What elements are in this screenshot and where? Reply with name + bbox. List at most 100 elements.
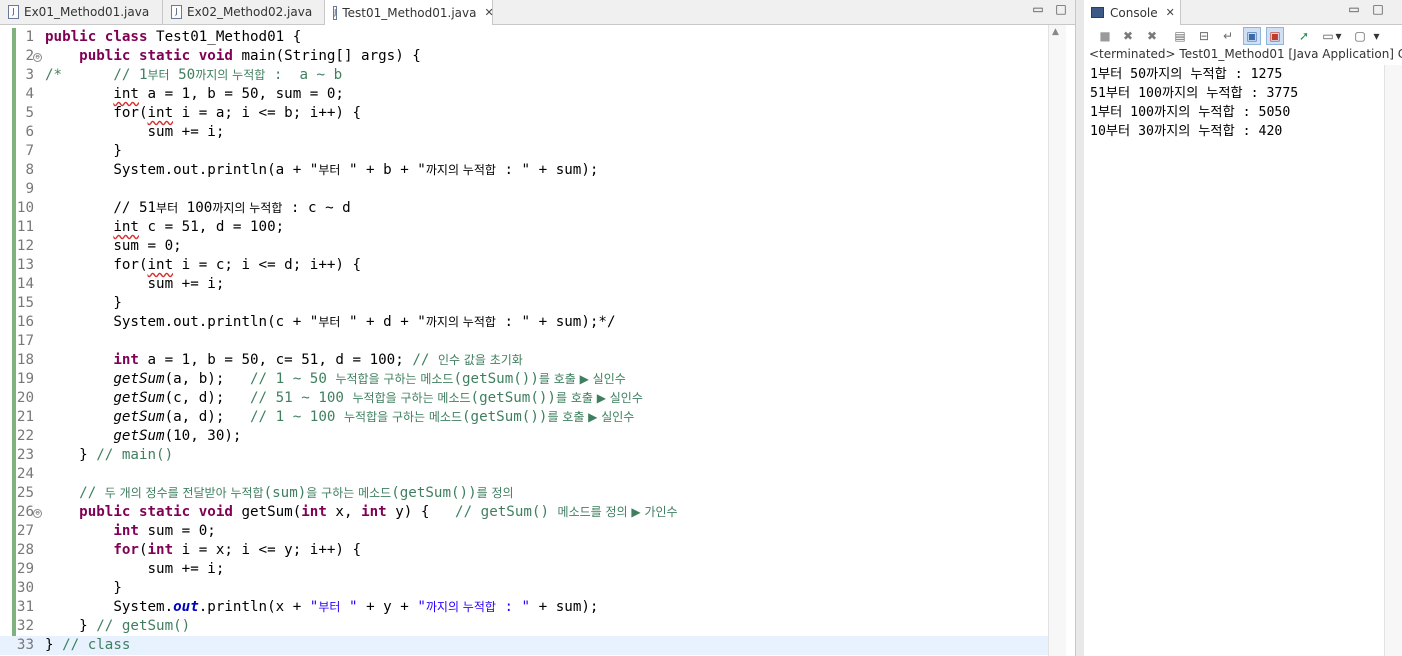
display-console-dropdown-icon[interactable]: ▾ [1334,28,1343,44]
code-line[interactable]: 30 } [0,579,1048,598]
tab-console[interactable]: Console ✕ [1084,0,1181,25]
minimize-icon[interactable]: ▭ [1348,3,1360,15]
code-token: // getSum() [96,618,191,634]
code-token: 을 구하는 메소드 [306,486,392,500]
code-line[interactable]: 3 /* // 1부터 50까지의 누적합 : a ~ b [0,66,1048,85]
word-wrap-icon[interactable]: ↵ [1220,28,1236,44]
remove-launch-icon[interactable]: ✖ [1120,28,1136,44]
code-token: " + b + " [340,162,426,178]
maximize-icon[interactable]: □ [1055,3,1067,15]
code-line[interactable]: 14 sum += i; [0,275,1048,294]
code-token: // 1 ~ 50 [250,371,336,387]
code-line[interactable]: 12 sum = 0; [0,237,1048,256]
code-token: System. [45,599,174,615]
code-line[interactable]: 11 int c = 51, d = 100; [0,218,1048,237]
fold-collapse-icon[interactable]: ⊖ [33,509,42,518]
code-token: 까지의 누적합 [195,68,266,82]
show-on-stdout-icon[interactable]: ▣ [1243,27,1261,45]
console-output-line: 51부터 100까지의 누적합 : 3775 [1090,86,1299,101]
code-line[interactable]: 27 int sum = 0; [0,522,1048,541]
console-output-line: 1부터 100까지의 누적합 : 5050 [1090,105,1291,120]
code-line[interactable]: 22 getSum(10, 30); [0,427,1048,446]
clear-console-icon[interactable]: ▤ [1172,28,1188,44]
line-number: 29 [16,561,34,577]
minimize-icon[interactable]: ▭ [1032,3,1044,15]
code-text: sum += i; [45,275,224,294]
tab-ex01-method01[interactable]: J Ex01_Method01.java [0,0,163,24]
code-line[interactable]: 20 getSum(c, d); // 51 ~ 100 누적합을 구하는 메소… [0,389,1048,408]
editor-vertical-scrollbar[interactable]: ▲ [1048,25,1066,656]
open-console-dropdown-icon[interactable]: ▾ [1372,28,1381,44]
code-line[interactable]: 15 } [0,294,1048,313]
console-vertical-scrollbar[interactable] [1384,65,1402,656]
code-line[interactable]: 21 getSum(a, d); // 1 ~ 100 누적합을 구하는 메소드… [0,408,1048,427]
code-text: } // getSum() [45,617,190,636]
code-line[interactable]: 24 [0,465,1048,484]
code-line[interactable]: 26 ⊖ public static void getSum(int x, int… [0,503,1048,522]
code-line[interactable]: 6 sum += i; [0,123,1048,142]
code-token: y) { [386,504,456,520]
code-text: public class Test01_Method01 { [45,28,301,47]
code-line[interactable]: 23 } // main() [0,446,1048,465]
scroll-up-icon[interactable]: ▲ [1052,27,1059,37]
console-tab-bar: Console ✕ ▭ □ [1084,0,1402,25]
code-token: 까지의 누적합 [425,163,496,177]
terminate-icon[interactable]: ■ [1097,28,1113,44]
show-on-stderr-icon[interactable]: ▣ [1266,27,1284,45]
code-line[interactable]: 33} // class [0,636,1048,655]
code-token: int [113,86,139,102]
code-line[interactable]: 28 for(int i = x; i <= y; i++) { [0,541,1048,560]
code-line[interactable]: 4 int a = 1, b = 50, sum = 0; [0,85,1048,104]
close-icon[interactable]: ✕ [485,6,494,19]
pin-console-icon[interactable]: ➚ [1296,28,1312,44]
code-line[interactable]: 18 int a = 1, b = 50, c= 51, d = 100; //… [0,351,1048,370]
code-line[interactable]: 8 System.out.println(a + "부터 " + b + "까지… [0,161,1048,180]
code-text: // 51부터 100까지의 누적합 : c ~ d [45,199,350,218]
code-line[interactable]: 10 // 51부터 100까지의 누적합 : c ~ d [0,199,1048,218]
code-line[interactable]: 17 [0,332,1048,351]
code-token: } [45,618,97,634]
code-token: : a ~ b [265,67,343,83]
maximize-icon[interactable]: □ [1372,3,1384,15]
tab-test01-method01[interactable]: J Test01_Method01.java ✕ [325,0,494,25]
code-line[interactable]: 13 for(int i = c; i <= d; i++) { [0,256,1048,275]
code-token: } [45,447,97,463]
code-token: 까지의 누적합 [212,201,283,215]
line-number: 13 [16,257,34,273]
line-number: 12 [16,238,34,254]
tab-ex02-method02[interactable]: J Ex02_Method02.java [163,0,325,24]
code-token: // 1 ~ 100 [250,409,344,425]
line-number: 31 [16,599,34,615]
code-token: 부터 [156,201,179,215]
code-line[interactable]: 31 System.out.println(x + "부터 " + y + "까… [0,598,1048,617]
remove-all-launches-icon[interactable]: ✖ [1144,28,1160,44]
code-token: } [45,580,122,596]
fold-collapse-icon[interactable]: ⊖ [33,53,42,62]
code-line[interactable]: 2 ⊖ public static void main(String[] args… [0,47,1048,66]
code-editor[interactable]: 1 public class Test01_Method01 {2 ⊖ public… [0,25,1048,656]
code-line[interactable]: 29 sum += i; [0,560,1048,579]
code-line[interactable]: 1 public class Test01_Method01 { [0,28,1048,47]
code-line[interactable]: 25 // 두 개의 정수를 전달받아 누적합(sum)을 구하는 메소드(ge… [0,484,1048,503]
open-console-icon[interactable]: ▢ [1352,28,1368,44]
line-number: 10 [16,200,34,216]
code-line[interactable]: 9 [0,180,1048,199]
code-token: getSum [113,371,165,387]
code-line[interactable]: 7 } [0,142,1048,161]
code-line[interactable]: 32 } // getSum() [0,617,1048,636]
code-token: int [147,105,174,121]
code-text: getSum(c, d); // 51 ~ 100 누적합을 구하는 메소드(g… [45,389,643,408]
code-token: getSum [113,390,165,406]
code-line[interactable]: 16 System.out.println(c + "부터 " + d + "까… [0,313,1048,332]
code-token: " [340,599,358,615]
code-token: .println(x + [198,599,310,615]
code-line[interactable]: 5 for(int i = a; i <= b; i++) { [0,104,1048,123]
code-token: 까지의 누적합 [425,315,496,329]
close-icon[interactable]: ✕ [1166,6,1175,19]
scroll-lock-icon[interactable]: ⊟ [1196,28,1212,44]
code-line[interactable]: 19 getSum(a, b); // 1 ~ 50 누적합을 구하는 메소드(… [0,370,1048,389]
